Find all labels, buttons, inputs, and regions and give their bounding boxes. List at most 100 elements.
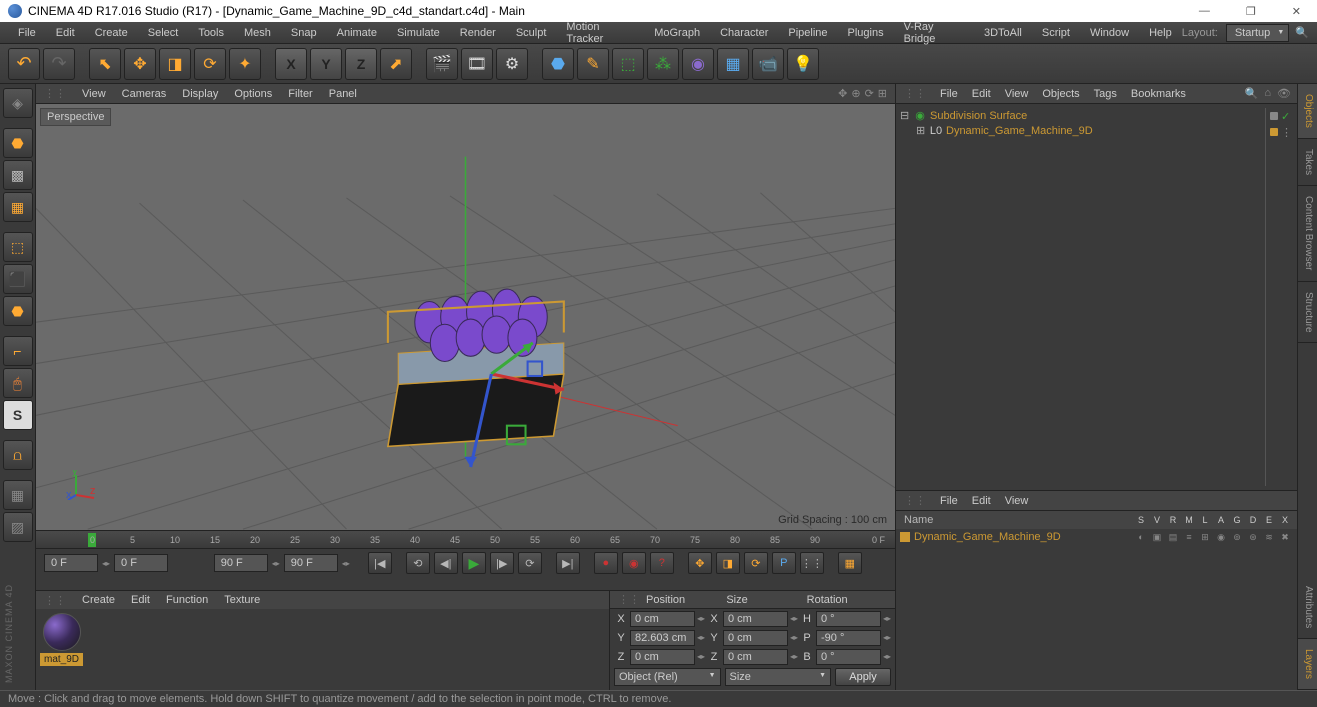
scale-tool[interactable]: ◨ (159, 48, 191, 80)
array-button[interactable]: ⁂ (647, 48, 679, 80)
menu-snap[interactable]: Snap (281, 24, 327, 42)
viewport-3d[interactable]: Perspective (36, 104, 895, 530)
menu-window[interactable]: Window (1080, 24, 1139, 42)
menu-script[interactable]: Script (1032, 24, 1080, 42)
z-axis-button[interactable]: Z (345, 48, 377, 80)
model-mode-button[interactable]: ⬣ (3, 128, 33, 158)
points-mode-button[interactable]: ⬚ (3, 232, 33, 262)
goto-start-button[interactable]: |◀ (368, 552, 392, 574)
tab-objects[interactable]: Objects (1298, 84, 1317, 139)
time-range-start-field[interactable]: 0 F (114, 554, 168, 572)
timeline-ruler[interactable]: 0 5 10 15 20 25 30 35 40 45 50 55 60 65 … (36, 531, 895, 549)
light-button[interactable]: 💡 (787, 48, 819, 80)
timeline-window-button[interactable]: ▦ (838, 552, 862, 574)
last-tool[interactable]: ✦ (229, 48, 261, 80)
pos-z-field[interactable]: 0 cm (630, 649, 695, 665)
obj-search-icon[interactable]: 🔍 (1245, 87, 1259, 100)
menu-plugins[interactable]: Plugins (838, 24, 894, 42)
autokey-button[interactable]: ◉ (622, 552, 646, 574)
polygons-mode-button[interactable]: ⬣ (3, 296, 33, 326)
pos-x-field[interactable]: 0 cm (630, 611, 695, 627)
layer-row[interactable]: Dynamic_Game_Machine_9D ◐ ▣ ▤ ≡ ⊞ ◉ ⊚ ⊛ … (896, 529, 1297, 545)
prev-frame-button[interactable]: ◀| (434, 552, 458, 574)
vp-menu-view[interactable]: View (82, 88, 106, 100)
axis-button[interactable]: ⌐ (3, 336, 33, 366)
layer-swatch[interactable] (1270, 112, 1278, 120)
move-tool[interactable]: ✥ (124, 48, 156, 80)
rot-b-field[interactable]: 0 ° (816, 649, 881, 665)
size-z-field[interactable]: 0 cm (723, 649, 788, 665)
menu-motiontracker[interactable]: Motion Tracker (556, 18, 644, 48)
obj-menu-bookmarks[interactable]: Bookmarks (1131, 88, 1186, 100)
key-pla-button[interactable]: ⋮⋮ (800, 552, 824, 574)
vp-menu-panel[interactable]: Panel (329, 88, 357, 100)
expand-icon[interactable]: ⊞ (916, 124, 926, 137)
size-x-field[interactable]: 0 cm (723, 611, 788, 627)
vp-nav-icon[interactable]: ✥ (838, 87, 847, 100)
key-scale-button[interactable]: ◨ (716, 552, 740, 574)
material-item[interactable]: mat_9D (40, 613, 83, 666)
maximize-button[interactable]: ❐ (1238, 3, 1264, 20)
prev-key-button[interactable]: ⟲ (406, 552, 430, 574)
tab-content-browser[interactable]: Content Browser (1298, 186, 1317, 281)
live-selection-tool[interactable]: ⬉ (89, 48, 121, 80)
vp-menu-cameras[interactable]: Cameras (122, 88, 167, 100)
menu-mesh[interactable]: Mesh (234, 24, 281, 42)
layer-xref-icon[interactable]: ✖ (1277, 532, 1293, 543)
layer-anim-icon[interactable]: ◉ (1213, 532, 1229, 543)
rot-h-field[interactable]: 0 ° (816, 611, 881, 627)
workplane-button[interactable]: ▦ (3, 192, 33, 222)
layer-lock-icon[interactable]: ⊞ (1197, 532, 1213, 543)
obj-menu-view[interactable]: View (1005, 88, 1029, 100)
x-axis-button[interactable]: X (275, 48, 307, 80)
menu-mograph[interactable]: MoGraph (644, 24, 710, 42)
layer-manager-icon[interactable]: ≡ (1181, 532, 1197, 542)
play-button[interactable]: ▶ (462, 552, 486, 574)
vp-menu-display[interactable]: Display (182, 88, 218, 100)
layer-gen-icon[interactable]: ⊚ (1229, 532, 1245, 543)
tree-item-subdiv[interactable]: ⊟ ◉ Subdivision Surface (900, 108, 1265, 123)
obj-menu-edit[interactable]: Edit (972, 88, 991, 100)
tab-attributes[interactable]: Attributes (1298, 576, 1317, 639)
time-range-end-field[interactable]: 90 F (214, 554, 268, 572)
bend-button[interactable]: ◉ (682, 48, 714, 80)
layer-render-icon[interactable]: ▤ (1165, 532, 1181, 543)
record-button[interactable]: ● (594, 552, 618, 574)
menu-create[interactable]: Create (85, 24, 138, 42)
material-name[interactable]: mat_9D (40, 653, 83, 666)
layer-color-swatch[interactable] (900, 532, 910, 542)
visibility-check[interactable]: ✓ (1281, 110, 1290, 123)
menu-3dtoall[interactable]: 3DToAll (974, 24, 1032, 42)
vp-menu-options[interactable]: Options (234, 88, 272, 100)
obj-menu-objects[interactable]: Objects (1042, 88, 1079, 100)
layer-menu-view[interactable]: View (1005, 495, 1029, 507)
layer-expr-icon[interactable]: ≋ (1261, 532, 1277, 543)
vp-layout-icon[interactable]: ⊞ (878, 87, 887, 100)
key-param-button[interactable]: P (772, 552, 796, 574)
vp-rotate-icon[interactable]: ⟳ (865, 87, 874, 100)
menu-file[interactable]: File (8, 24, 46, 42)
redo-button[interactable]: ↷ (43, 48, 75, 80)
key-rot-button[interactable]: ⟳ (744, 552, 768, 574)
layer-solo-icon[interactable]: ◐ (1133, 532, 1149, 542)
layer-menu-edit[interactable]: Edit (972, 495, 991, 507)
search-icon[interactable]: 🔍 (1295, 26, 1309, 39)
menu-help[interactable]: Help (1139, 24, 1182, 42)
tweak-button[interactable]: 🖱 (3, 368, 33, 398)
vp-menu-filter[interactable]: Filter (288, 88, 312, 100)
mat-menu-create[interactable]: Create (82, 594, 115, 606)
menu-pipeline[interactable]: Pipeline (778, 24, 837, 42)
next-frame-button[interactable]: |▶ (490, 552, 514, 574)
menu-animate[interactable]: Animate (327, 24, 387, 42)
menu-edit[interactable]: Edit (46, 24, 85, 42)
time-start-field[interactable]: 0 F (44, 554, 98, 572)
menu-character[interactable]: Character (710, 24, 778, 42)
expand-icon[interactable]: ⊟ (900, 109, 910, 122)
time-current-field[interactable]: 90 F (284, 554, 338, 572)
undo-button[interactable]: ↶ (8, 48, 40, 80)
menu-vray[interactable]: V-Ray Bridge (894, 18, 974, 48)
mat-menu-function[interactable]: Function (166, 594, 208, 606)
coord-system-button[interactable]: ⬈ (380, 48, 412, 80)
coord-size-dropdown[interactable]: Size (725, 668, 832, 686)
obj-home-icon[interactable]: ⌂ (1264, 87, 1271, 100)
